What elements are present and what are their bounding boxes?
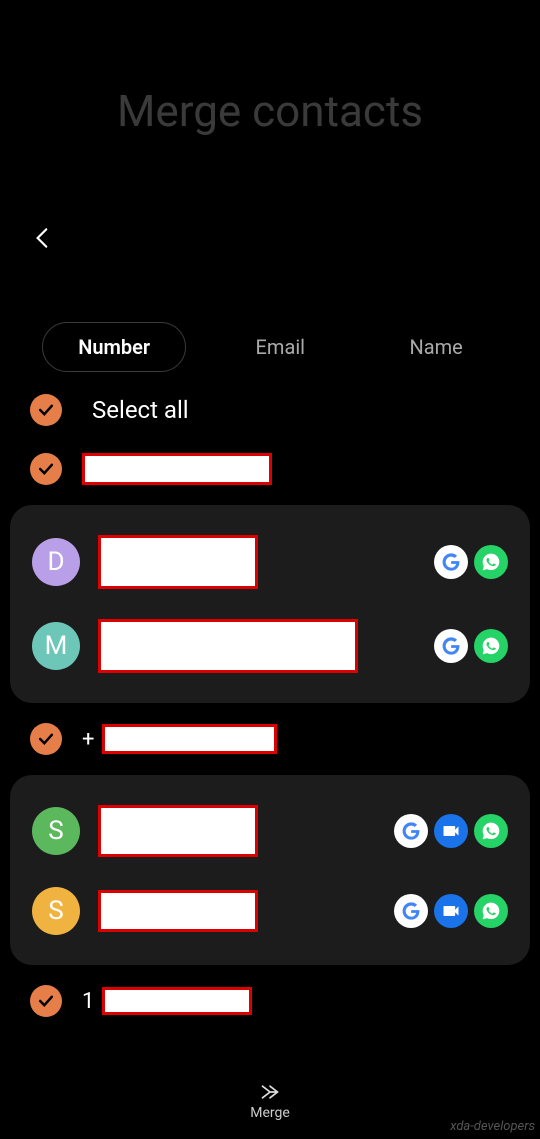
merge-label: Merge: [250, 1105, 290, 1121]
avatar: S: [32, 887, 80, 935]
redacted-name: [82, 453, 272, 485]
group-header[interactable]: 1: [0, 973, 540, 1029]
group-header[interactable]: [0, 441, 540, 497]
contact-name: [98, 619, 416, 673]
app-icons: [434, 629, 508, 663]
back-button[interactable]: [30, 225, 60, 255]
app-icons: [394, 814, 508, 848]
group-checkbox[interactable]: [30, 453, 62, 485]
redacted-name: [102, 987, 252, 1015]
contact-row[interactable]: D: [20, 520, 520, 604]
google-icon: [394, 814, 428, 848]
tabs-bar: Number Email Name: [0, 322, 540, 372]
select-all-label: Select all: [92, 396, 189, 424]
contact-row[interactable]: S: [20, 790, 520, 872]
redacted-name: [102, 724, 277, 754]
group-prefix: +: [82, 727, 94, 752]
google-icon: [434, 629, 468, 663]
avatar: D: [32, 538, 80, 586]
contact-group: D M: [10, 505, 530, 703]
contact-name: [98, 890, 376, 932]
contact-name: [98, 535, 416, 589]
whatsapp-icon: [474, 629, 508, 663]
watermark: xda-developers: [450, 1119, 535, 1134]
tab-email[interactable]: Email: [221, 323, 341, 371]
contact-group: S S: [10, 775, 530, 965]
tab-name[interactable]: Name: [374, 323, 497, 371]
select-all-row[interactable]: Select all: [0, 372, 540, 441]
merge-icon: [256, 1082, 284, 1102]
select-all-checkbox[interactable]: [30, 394, 62, 426]
duo-icon: [434, 814, 468, 848]
whatsapp-icon: [474, 814, 508, 848]
contact-row[interactable]: M: [20, 604, 520, 688]
merge-button[interactable]: Merge: [250, 1082, 290, 1121]
whatsapp-icon: [474, 894, 508, 928]
duo-icon: [434, 894, 468, 928]
whatsapp-icon: [474, 545, 508, 579]
group-checkbox[interactable]: [30, 723, 62, 755]
google-icon: [394, 894, 428, 928]
google-icon: [434, 545, 468, 579]
contact-name: [98, 805, 376, 857]
tab-number[interactable]: Number: [42, 322, 186, 372]
group-prefix: 1: [82, 989, 94, 1014]
avatar: S: [32, 807, 80, 855]
group-checkbox[interactable]: [30, 985, 62, 1017]
group-header[interactable]: +: [0, 711, 540, 767]
contact-row[interactable]: S: [20, 872, 520, 950]
page-title: Merge contacts: [0, 0, 540, 137]
avatar: M: [32, 622, 80, 670]
app-icons: [394, 894, 508, 928]
app-icons: [434, 545, 508, 579]
